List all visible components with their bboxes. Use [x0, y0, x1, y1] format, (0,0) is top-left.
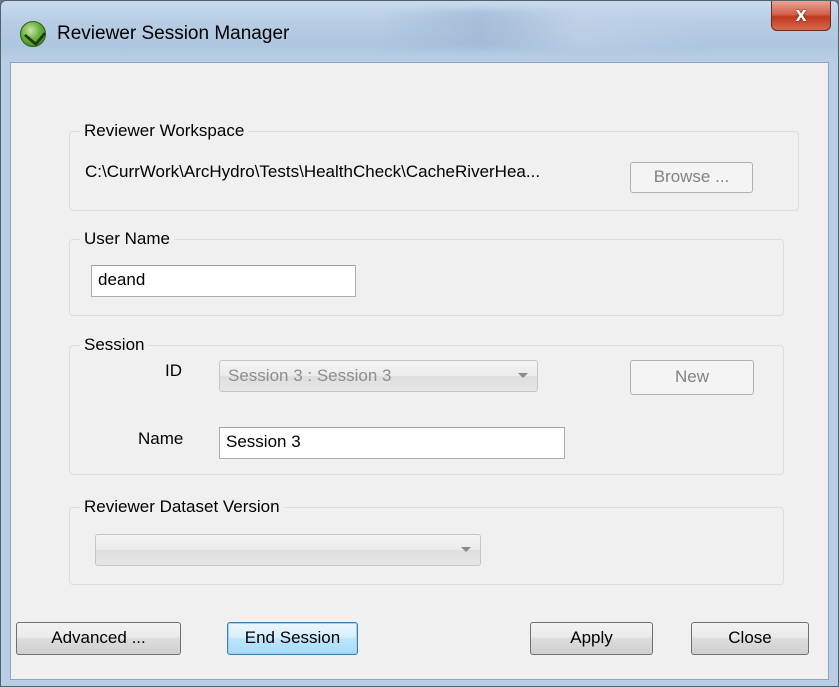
apply-button[interactable]: Apply [530, 622, 653, 655]
title-bar-glass [381, 9, 711, 49]
dataset-version-select[interactable] [95, 534, 481, 566]
window-title: Reviewer Session Manager [57, 23, 290, 44]
workspace-group: Reviewer Workspace C:\CurrWork\ArcHydro\… [69, 120, 799, 211]
session-id-value: Session 3 : Session 3 [228, 366, 392, 385]
session-name-input[interactable]: Session 3 [219, 427, 565, 459]
session-group: Session ID Session 3 : Session 3 New Nam… [69, 334, 784, 475]
dialog-window: Reviewer Session Manager x Reviewer Work… [0, 0, 839, 687]
workspace-path: C:\CurrWork\ArcHydro\Tests\HealthCheck\C… [85, 162, 541, 181]
dialog-client-area: Reviewer Workspace C:\CurrWork\ArcHydro\… [10, 62, 829, 680]
user-name-group: User Name deand [69, 228, 784, 316]
app-icon [20, 21, 46, 47]
session-name-label: Name [138, 429, 184, 448]
close-icon: x [795, 4, 807, 26]
session-id-label: ID [165, 361, 182, 380]
new-session-button[interactable]: New [630, 360, 754, 395]
user-name-input[interactable]: deand [91, 265, 356, 297]
title-bar[interactable]: Reviewer Session Manager x [1, 1, 838, 61]
advanced-button[interactable]: Advanced ... [16, 622, 181, 655]
dataset-version-group-label: Reviewer Dataset Version [80, 496, 284, 518]
session-id-select[interactable]: Session 3 : Session 3 [219, 360, 538, 392]
close-button[interactable]: Close [691, 622, 809, 655]
chevron-down-icon [518, 373, 528, 378]
end-session-button[interactable]: End Session [227, 622, 358, 655]
dataset-version-group: Reviewer Dataset Version [69, 496, 784, 585]
workspace-group-label: Reviewer Workspace [80, 120, 249, 142]
chevron-down-icon [461, 547, 471, 552]
close-window-button[interactable]: x [771, 1, 831, 31]
user-name-group-label: User Name [80, 228, 174, 250]
browse-button[interactable]: Browse ... [630, 162, 753, 193]
session-group-label: Session [80, 334, 149, 356]
